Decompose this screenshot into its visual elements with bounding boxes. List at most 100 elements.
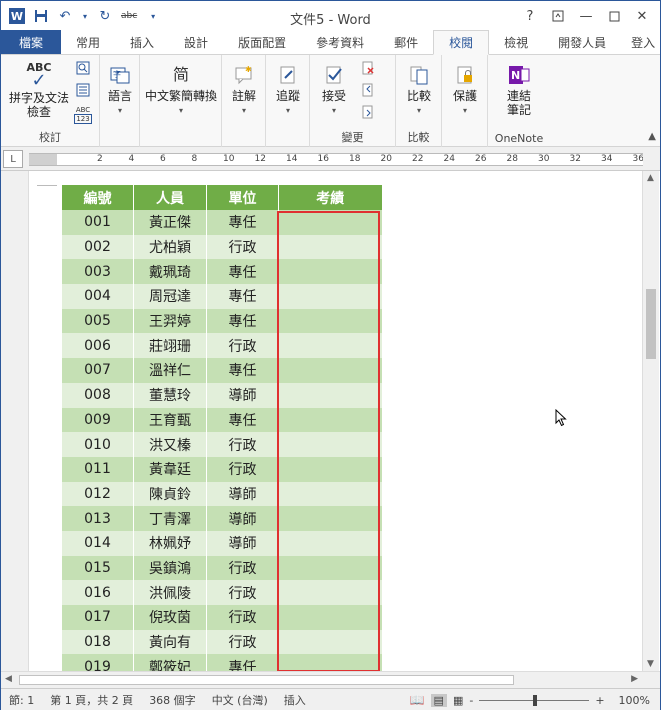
cell-id[interactable]: 011 (61, 456, 134, 482)
reject-icon[interactable] (360, 60, 376, 76)
cell-id[interactable]: 016 (61, 580, 134, 605)
cell-unit[interactable]: 行政 (206, 605, 279, 630)
horizontal-scroll-thumb[interactable] (19, 675, 514, 685)
cell-id[interactable]: 012 (61, 481, 134, 507)
web-layout-icon[interactable]: ▦ (453, 694, 463, 707)
tracking-button[interactable]: 追蹤 ▾ (270, 61, 306, 118)
scroll-down-icon[interactable]: ▼ (647, 659, 654, 669)
insert-mode[interactable]: 插入 (276, 692, 314, 708)
cell-person[interactable]: 丁青澤 (133, 506, 207, 531)
cell-id[interactable]: 005 (61, 308, 134, 334)
cell-person[interactable]: 鄭筱妃 (133, 654, 207, 671)
help-button[interactable]: ? (518, 5, 542, 27)
vertical-scroll-thumb[interactable] (646, 289, 656, 359)
cell-id[interactable]: 009 (61, 407, 134, 433)
linked-notes-button[interactable]: N 連結 筆記 (496, 61, 542, 117)
cell-unit[interactable]: 導師 (206, 382, 279, 408)
cell-id[interactable]: 019 (61, 654, 134, 671)
cell-person[interactable]: 尤柏穎 (133, 234, 207, 260)
cell-unit[interactable]: 行政 (206, 456, 279, 482)
word-logo-icon[interactable]: W (9, 8, 25, 24)
tab-insert[interactable]: 插入 (115, 30, 169, 54)
cell-id[interactable]: 013 (61, 506, 134, 531)
accept-button[interactable]: 接受 ▾ (314, 61, 354, 118)
cell-id[interactable]: 003 (61, 259, 134, 285)
spelling-grammar-button[interactable]: ABC ✓ 拼字及文法 檢查 (5, 59, 73, 120)
signin-link[interactable]: 登入 (621, 30, 657, 54)
cell-person[interactable]: 吳鎮鴻 (133, 555, 207, 581)
cell-id[interactable]: 007 (61, 358, 134, 383)
cell-id[interactable]: 015 (61, 555, 134, 581)
collapse-ribbon-icon[interactable]: ▲ (648, 131, 656, 142)
header-person[interactable]: 人員 (133, 185, 207, 210)
strikethrough-abc-icon[interactable]: abc (121, 8, 137, 24)
language-indicator[interactable]: 中文 (台灣) (204, 692, 276, 708)
language-button[interactable]: 字 語言 ▾ (104, 61, 136, 118)
chinese-conversion-button[interactable]: 简 中文繁簡轉換 ▾ (142, 61, 220, 118)
cell-unit[interactable]: 專任 (206, 308, 279, 334)
zoom-in-button[interactable]: + (595, 694, 604, 707)
scroll-up-icon[interactable]: ▲ (647, 173, 654, 183)
cell-unit[interactable]: 導師 (206, 481, 279, 507)
header-unit[interactable]: 單位 (206, 185, 279, 210)
cell-unit[interactable]: 專任 (206, 210, 279, 235)
undo-dropdown-icon[interactable]: ▾ (81, 8, 89, 24)
cell-person[interactable]: 黃向有 (133, 629, 207, 655)
tab-developer[interactable]: 開發人員 (543, 30, 621, 54)
cell-person[interactable]: 戴珮琦 (133, 259, 207, 285)
word-count[interactable]: 368 個字 (141, 692, 204, 708)
tab-design[interactable]: 設計 (169, 30, 223, 54)
cell-id[interactable]: 002 (61, 234, 134, 260)
cell-unit[interactable]: 行政 (206, 234, 279, 260)
previous-change-icon[interactable] (360, 82, 376, 98)
header-rating[interactable]: 考績 (278, 185, 382, 210)
tab-view[interactable]: 檢視 (489, 30, 543, 54)
tab-selector-button[interactable]: L (3, 150, 23, 168)
cell-id[interactable]: 008 (61, 382, 134, 408)
horizontal-ruler[interactable]: 2 4 6 8 10 12 14 16 18 20 22 24 26 28 30 32 34 36 (29, 153, 643, 166)
ribbon-display-options-button[interactable] (546, 5, 570, 27)
tab-layout[interactable]: 版面配置 (223, 30, 301, 54)
cell-id[interactable]: 017 (61, 605, 134, 630)
word-count-icon[interactable]: ABC 123 (73, 105, 93, 125)
cell-id[interactable]: 001 (61, 210, 134, 235)
cell-unit[interactable]: 專任 (206, 358, 279, 383)
cell-unit[interactable]: 行政 (206, 580, 279, 605)
document-page[interactable]: 編號 人員 單位 考績 001 黃正傑 專任 002 尤柏穎 行政 003 戴珮琦 專任 004 周… (29, 171, 643, 671)
cell-person[interactable]: 陳貞鈴 (133, 481, 207, 507)
tab-home[interactable]: 常用 (61, 30, 115, 54)
tab-file[interactable]: 檔案 (1, 30, 62, 54)
cell-person[interactable]: 林姵妤 (133, 530, 207, 556)
cell-unit[interactable]: 導師 (206, 506, 279, 531)
cell-person[interactable]: 黃韋廷 (133, 456, 207, 482)
cell-unit[interactable]: 行政 (206, 555, 279, 581)
redo-icon[interactable]: ↻ (97, 8, 113, 24)
cell-unit[interactable]: 行政 (206, 333, 279, 359)
next-change-icon[interactable] (360, 104, 376, 120)
cell-person[interactable]: 王羿婷 (133, 308, 207, 334)
cell-person[interactable]: 莊翊珊 (133, 333, 207, 359)
tab-mailings[interactable]: 郵件 (379, 30, 433, 54)
cell-person[interactable]: 洪又榛 (133, 432, 207, 457)
cell-unit[interactable]: 行政 (206, 432, 279, 457)
customize-qat-icon[interactable]: ▾ (145, 8, 161, 24)
zoom-slider-knob[interactable] (533, 694, 538, 706)
tab-references[interactable]: 參考資料 (301, 30, 379, 54)
cell-unit[interactable]: 專任 (206, 407, 279, 433)
tab-review[interactable]: 校閱 (433, 30, 490, 55)
cell-person[interactable]: 王育甄 (133, 407, 207, 433)
zoom-out-button[interactable]: - (469, 694, 473, 707)
cell-id[interactable]: 018 (61, 629, 134, 655)
cell-unit[interactable]: 專任 (206, 284, 279, 309)
page-indicator[interactable]: 第 1 頁，共 2 頁 (42, 692, 141, 708)
protect-button[interactable]: 保護 ▾ (446, 61, 484, 118)
section-indicator[interactable]: 節: 1 (1, 692, 42, 708)
cell-person[interactable]: 倪玫茵 (133, 605, 207, 630)
undo-icon[interactable]: ↶ (57, 8, 73, 24)
cell-person[interactable]: 董慧玲 (133, 382, 207, 408)
close-button[interactable]: ✕ (630, 5, 654, 27)
cell-unit[interactable]: 專任 (206, 654, 279, 671)
header-id[interactable]: 編號 (61, 185, 134, 210)
scroll-left-icon[interactable]: ◀ (5, 674, 12, 684)
thesaurus-icon[interactable] (75, 82, 91, 98)
